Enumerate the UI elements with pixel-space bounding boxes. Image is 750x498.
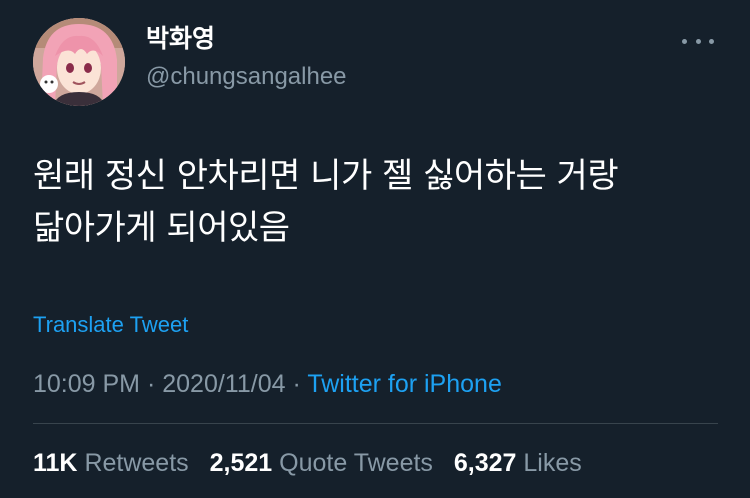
dot-icon	[709, 38, 714, 44]
avatar[interactable]	[33, 18, 125, 106]
retweets-stat[interactable]: 11K Retweets	[33, 449, 189, 477]
tweet-card: 박화영 @chungsangalhee 원래 정신 안차리면 니가 젤 싫어하는…	[0, 0, 750, 498]
user-handle[interactable]: @chungsangalhee	[146, 62, 347, 92]
engagement-stats: 11K Retweets 2,521 Quote Tweets 6,327 Li…	[33, 446, 596, 480]
meta-separator: ·	[292, 370, 301, 398]
likes-label: Likes	[523, 449, 582, 477]
divider	[33, 423, 718, 424]
display-name[interactable]: 박화영	[146, 24, 215, 54]
tweet-meta: 10:09 PM · 2020/11/04 · Twitter for iPho…	[33, 367, 502, 401]
quote-tweets-count: 2,521	[209, 449, 273, 477]
tweet-text-line: 원래 정신 안차리면 니가 젤 싫어하는 거랑	[33, 156, 619, 196]
quote-tweets-label: Quote Tweets	[279, 449, 433, 477]
quote-tweets-stat[interactable]: 2,521 Quote Tweets	[210, 449, 433, 477]
retweets-count: 11K	[33, 449, 78, 477]
tweet-text: 원래 정신 안차리면 니가 젤 싫어하는 거랑 닮아가게 되어있음	[33, 150, 723, 254]
dot-icon	[695, 38, 701, 44]
anime-character-avatar-icon	[33, 18, 125, 106]
translate-tweet-link[interactable]: Translate Tweet	[33, 310, 188, 340]
tweet-date[interactable]: 2020/11/04	[162, 370, 285, 398]
retweets-label: Retweets	[84, 449, 189, 477]
tweet-time[interactable]: 10:09 PM	[33, 370, 140, 398]
meta-separator: ·	[146, 370, 156, 398]
likes-count: 6,327	[453, 449, 517, 477]
tweet-text-line: 닮아가게 되어있음	[33, 208, 290, 248]
dot-icon	[682, 38, 687, 44]
more-options-icon[interactable]	[682, 30, 714, 52]
tweet-source-link[interactable]: Twitter for iPhone	[307, 370, 502, 398]
likes-stat[interactable]: 6,327 Likes	[454, 449, 582, 477]
